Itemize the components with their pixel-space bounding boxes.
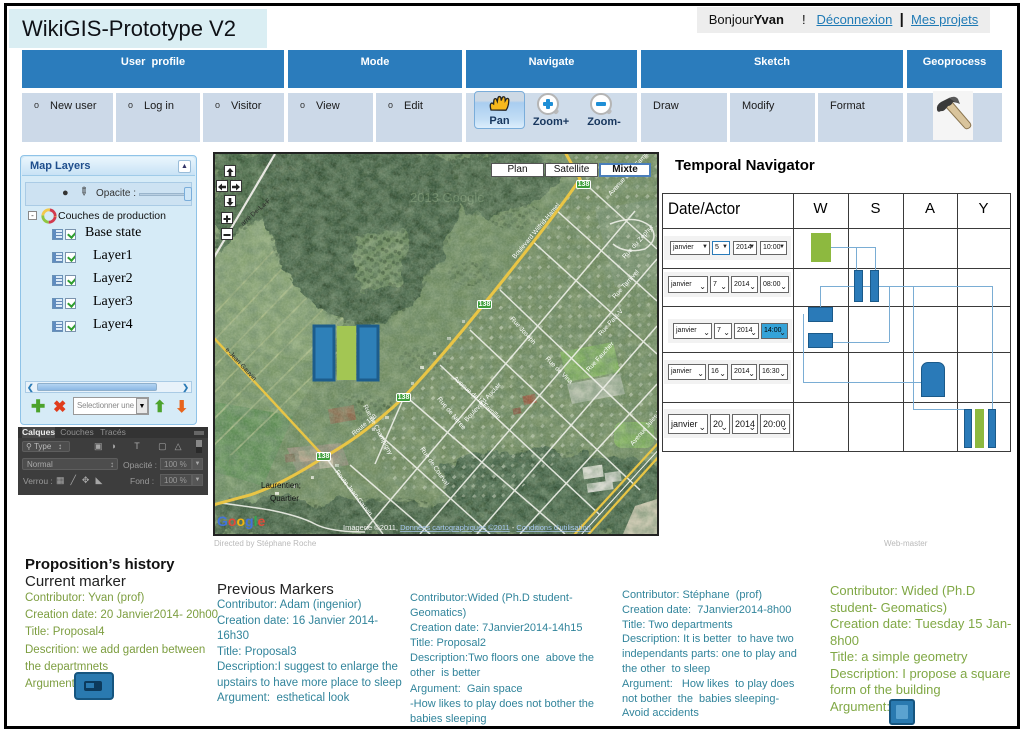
svg-text:2013 Google: 2013 Google xyxy=(410,190,484,205)
svg-text:Laurentien;: Laurentien; xyxy=(261,481,301,490)
svg-text:Google: Google xyxy=(217,513,265,529)
svg-text:Quartier: Quartier xyxy=(270,494,299,503)
svg-text:Imagerie ©2011, Données cartog: Imagerie ©2011, Données cartographiques … xyxy=(343,523,591,532)
